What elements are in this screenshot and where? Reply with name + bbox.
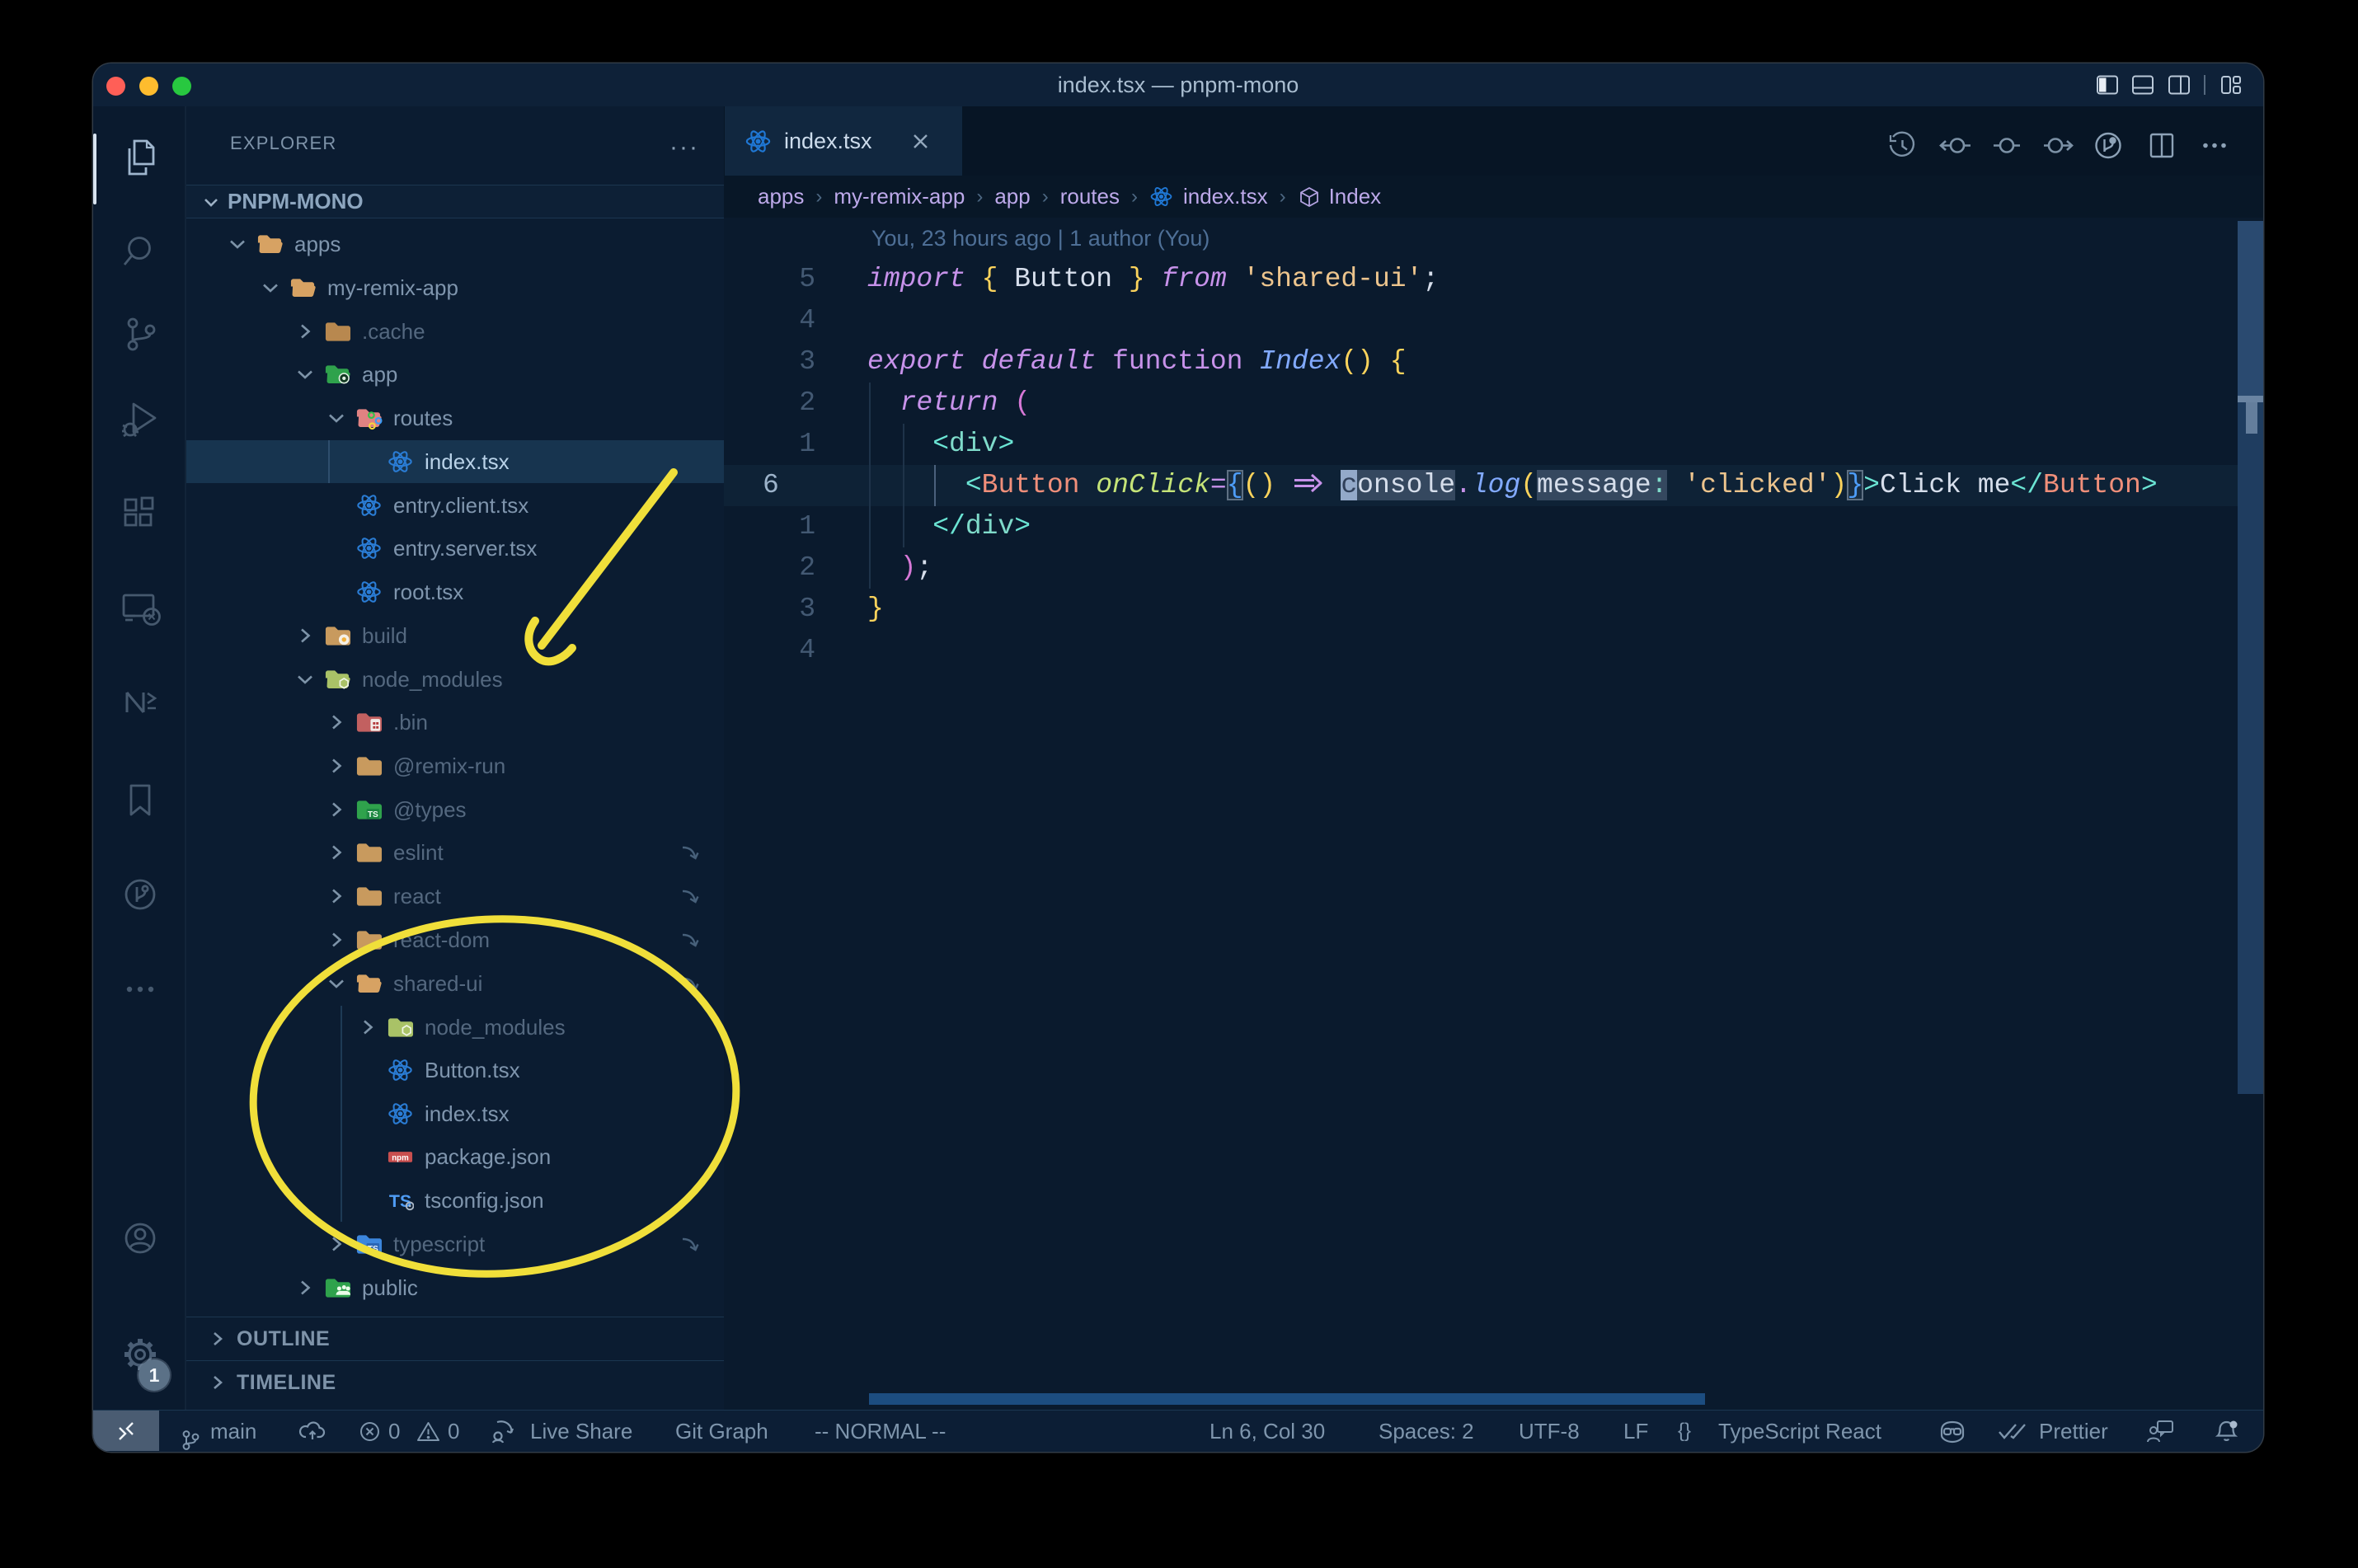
- svg-text:npm: npm: [392, 1153, 409, 1162]
- svg-text:TS: TS: [368, 1245, 378, 1254]
- svg-text:TS: TS: [389, 1191, 411, 1211]
- svg-text:TS: TS: [368, 810, 378, 819]
